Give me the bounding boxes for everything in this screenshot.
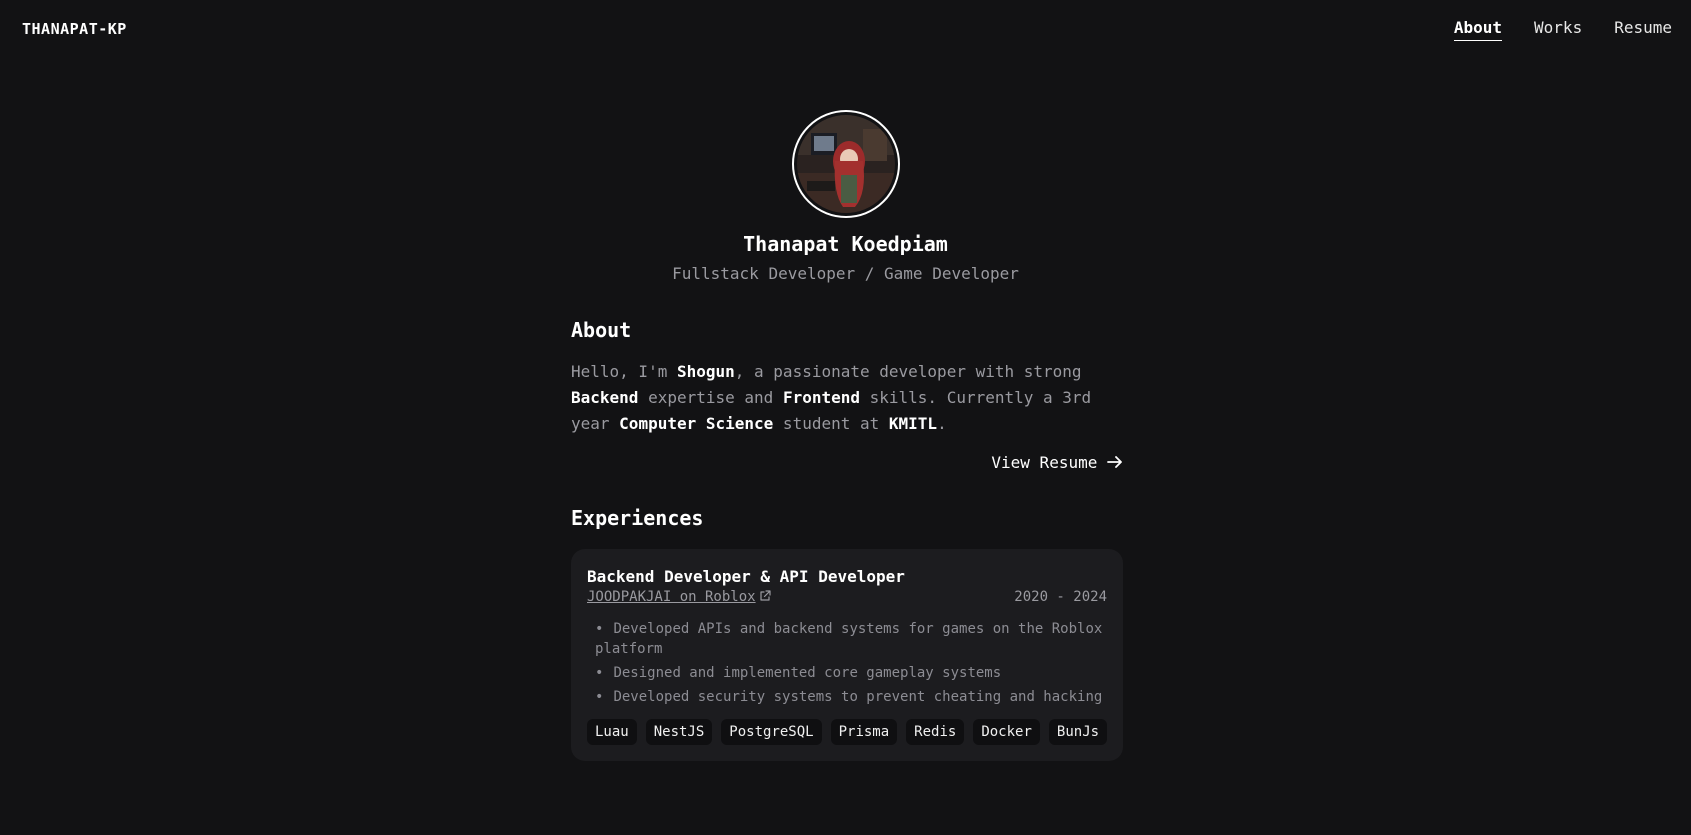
about-text-part: student at bbox=[773, 414, 889, 433]
about-text-part: expertise and bbox=[638, 388, 783, 407]
job-meta-row: JOODPAKJAI on Roblox 2020 - 2024 bbox=[587, 589, 1107, 605]
tech-tag: PostgreSQL bbox=[721, 719, 822, 745]
about-text-part: Hello, I'm bbox=[571, 362, 677, 381]
about-paragraph: Hello, I'm Shogun, a passionate develope… bbox=[571, 359, 1123, 437]
nav-link-about[interactable]: About bbox=[1453, 18, 1503, 41]
list-item-text: Developed security systems to prevent ch… bbox=[613, 689, 1103, 705]
about-text-part: , a passionate developer with strong bbox=[734, 362, 1082, 381]
tech-tag: Redis bbox=[906, 719, 965, 745]
job-period: 2020 - 2024 bbox=[1014, 589, 1107, 605]
nav-link-resume[interactable]: Resume bbox=[1614, 18, 1672, 41]
about-highlight-nickname: Shogun bbox=[676, 362, 735, 381]
tech-tag: BunJs bbox=[1048, 719, 1108, 745]
job-responsibilities: • Developed APIs and backend systems for … bbox=[587, 619, 1107, 707]
view-resume-link[interactable]: View Resume bbox=[991, 453, 1123, 472]
main-nav: About Works Resume bbox=[1453, 18, 1672, 41]
tech-tag: NestJS bbox=[645, 719, 713, 745]
tech-tag: Docker bbox=[973, 719, 1040, 745]
tech-tags: Luau NestJS PostgreSQL Prisma Redis Dock… bbox=[587, 719, 1108, 745]
list-item: • Developed APIs and backend systems for … bbox=[595, 621, 1103, 657]
nav-link-works[interactable]: Works bbox=[1534, 18, 1582, 41]
external-link-icon bbox=[759, 590, 771, 601]
view-resume-label: View Resume bbox=[991, 453, 1098, 472]
about-highlight-backend: Backend bbox=[571, 388, 639, 407]
experiences-heading: Experiences bbox=[571, 506, 704, 530]
profile-name: Thanapat Koedpiam bbox=[743, 232, 948, 256]
site-logo[interactable]: THANAPAT-KP bbox=[22, 20, 127, 38]
list-item: • Developed security systems to prevent c… bbox=[595, 689, 1103, 705]
about-text-part: . bbox=[937, 414, 947, 433]
avatar-image bbox=[796, 115, 895, 213]
about-highlight-school: KMITL bbox=[888, 414, 938, 433]
about-heading: About bbox=[571, 318, 632, 342]
about-highlight-frontend: Frontend bbox=[782, 388, 860, 407]
profile-header: Thanapat Koedpiam Fullstack Developer / … bbox=[0, 110, 1691, 283]
experience-card: Backend Developer & API Developer JOODPA… bbox=[571, 549, 1123, 761]
about-highlight-major: Computer Science bbox=[619, 414, 774, 433]
view-resume-row: View Resume bbox=[571, 453, 1123, 472]
profile-role: Fullstack Developer / Game Developer bbox=[672, 264, 1019, 283]
avatar bbox=[791, 110, 900, 218]
list-item-text: Designed and implemented core gameplay s… bbox=[613, 665, 1002, 681]
main-content: About Hello, I'm Shogun, a passionate de… bbox=[571, 318, 1123, 761]
company-link[interactable]: JOODPAKJAI on Roblox bbox=[587, 589, 771, 605]
list-item-text: Developed APIs and backend systems for g… bbox=[595, 621, 1103, 657]
job-title: Backend Developer & API Developer bbox=[587, 567, 905, 586]
arrow-right-icon bbox=[1107, 456, 1122, 468]
tech-tag: Prisma bbox=[830, 719, 898, 745]
company-name: JOODPAKJAI on Roblox bbox=[587, 589, 756, 605]
tech-tag: Luau bbox=[587, 719, 637, 745]
list-item: • Designed and implemented core gameplay … bbox=[595, 665, 1002, 681]
